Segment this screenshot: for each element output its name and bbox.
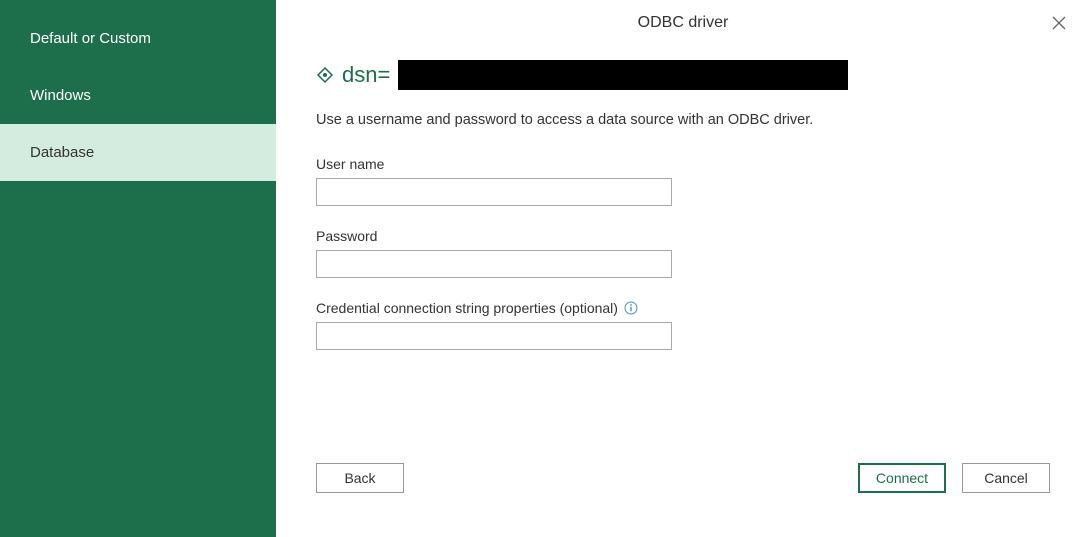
sidebar-item-label: Default or Custom	[30, 30, 151, 47]
close-button[interactable]	[1048, 10, 1070, 39]
password-label: Password	[316, 228, 1050, 244]
sidebar-item-database[interactable]: Database	[0, 124, 276, 181]
sidebar-item-label: Database	[30, 144, 94, 161]
connprops-field-group: Credential connection string properties …	[316, 300, 1050, 350]
dsn-prefix: dsn=	[342, 62, 390, 88]
button-row: Back Connect Cancel	[316, 463, 1050, 493]
connprops-input[interactable]	[316, 322, 672, 350]
sidebar-item-windows[interactable]: Windows	[0, 67, 276, 124]
auth-type-sidebar: Default or Custom Windows Database	[0, 0, 276, 537]
sidebar-item-label: Windows	[30, 87, 91, 104]
sidebar-item-default-custom[interactable]: Default or Custom	[0, 0, 276, 67]
username-label: User name	[316, 156, 1050, 172]
dialog-title: ODBC driver	[316, 0, 1050, 60]
dsn-row: dsn=	[316, 60, 1050, 90]
password-input[interactable]	[316, 250, 672, 278]
instruction-text: Use a username and password to access a …	[316, 112, 1050, 128]
main-panel: ODBC driver dsn= Use a username and pass…	[276, 0, 1090, 537]
connprops-label: Credential connection string properties …	[316, 300, 618, 316]
datasource-icon	[316, 66, 334, 84]
dsn-redacted-value	[398, 60, 848, 90]
username-field-group: User name	[316, 156, 1050, 206]
password-field-group: Password	[316, 228, 1050, 278]
close-icon	[1052, 14, 1066, 34]
connect-button[interactable]: Connect	[858, 463, 946, 493]
cancel-button[interactable]: Cancel	[962, 463, 1050, 493]
info-icon[interactable]	[624, 301, 638, 315]
username-input[interactable]	[316, 178, 672, 206]
back-button[interactable]: Back	[316, 463, 404, 493]
